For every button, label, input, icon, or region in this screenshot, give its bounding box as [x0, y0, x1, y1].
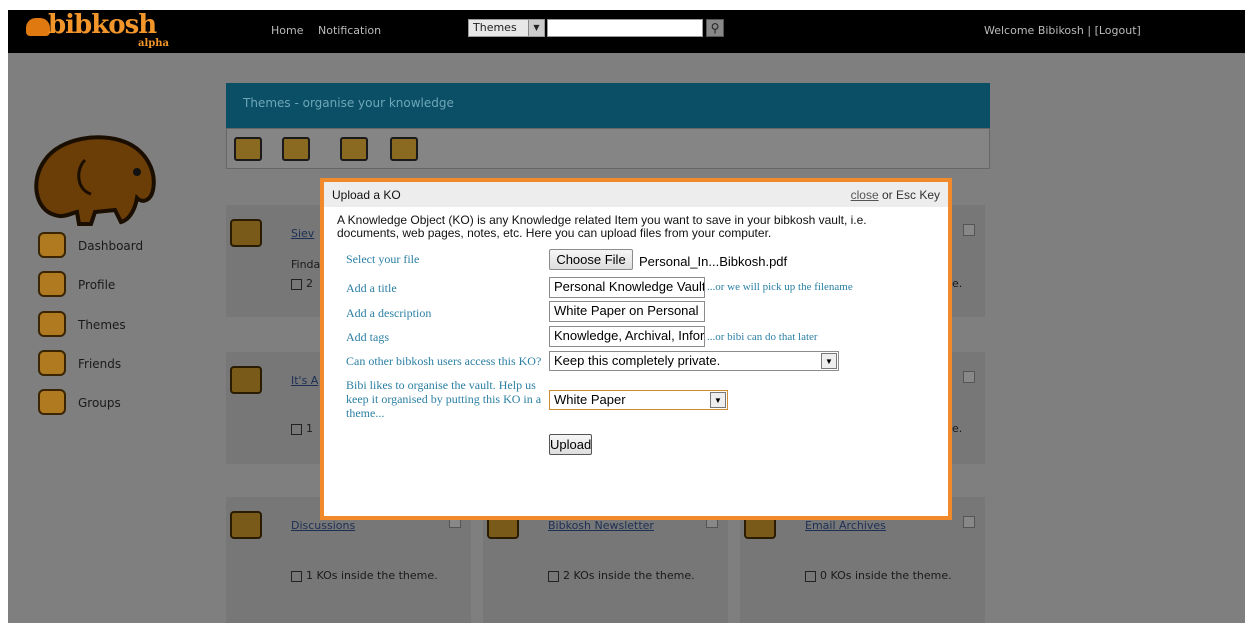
- chevron-down-icon: ▼: [821, 353, 837, 369]
- dialog-close: close or Esc Key: [851, 188, 940, 202]
- theme-card-count-tail: e.: [952, 277, 963, 290]
- logo-text: bibkosh: [48, 10, 157, 40]
- page-title: Themes - organise your knowledge: [243, 96, 454, 110]
- new-folder-icon[interactable]: [282, 137, 310, 161]
- theme-card-title[interactable]: It's A: [291, 374, 318, 387]
- chevron-down-icon: ▼: [710, 392, 726, 408]
- theme-card-title[interactable]: Siev: [291, 227, 314, 240]
- tags-label: Add tags: [346, 330, 389, 344]
- themes-header: Themes - organise your knowledge: [226, 83, 990, 128]
- title-hint: ...or we will pick up the filename: [707, 281, 853, 293]
- chevron-down-icon: ▼: [528, 20, 544, 36]
- search-icon[interactable]: ⚲: [706, 19, 724, 37]
- description-label: Add a description: [346, 306, 432, 320]
- theme-card-count: 1: [291, 422, 313, 435]
- search-scope-select[interactable]: Themes ▼: [468, 19, 545, 37]
- sidebar-item-label: Profile: [78, 278, 116, 292]
- page-icon: [548, 570, 559, 582]
- page-icon: [805, 570, 816, 582]
- sidebar-item-label: Themes: [78, 318, 126, 332]
- description-input[interactable]: White Paper on Personal: [549, 301, 705, 322]
- delete-folder-icon[interactable]: [390, 137, 418, 161]
- home-icon: [38, 232, 66, 258]
- elephant-logo-icon: [26, 18, 50, 36]
- theme-card-count: 2: [291, 277, 313, 290]
- theme-card-checkbox[interactable]: [963, 371, 975, 383]
- title-label: Add a title: [346, 281, 397, 295]
- page-icon: [291, 278, 302, 290]
- dialog-title: Upload a KO: [332, 188, 401, 202]
- themes-toolbar: [226, 128, 990, 169]
- upload-button[interactable]: Upload: [549, 434, 592, 455]
- theme-select[interactable]: White Paper ▼: [549, 390, 728, 410]
- sidebar-item-label: Groups: [78, 396, 121, 410]
- open-folder-icon[interactable]: [234, 137, 262, 161]
- tags-hint: ...or bibi can do that later: [707, 331, 818, 343]
- top-bar: bibkosh alpha Home Notification Themes ▼…: [8, 10, 1245, 53]
- themes-icon: [38, 311, 66, 337]
- logo-tag: alpha: [138, 38, 170, 49]
- theme-card-desc: Finda: [291, 258, 321, 271]
- welcome-logout[interactable]: Welcome Bibikosh | [Logout]: [984, 24, 1141, 37]
- page-icon: [291, 570, 302, 582]
- folder-icon: [230, 511, 262, 539]
- nav-home-link[interactable]: Home: [271, 24, 303, 37]
- folder-icon: [230, 219, 262, 247]
- theme-card-count: 0 KOs inside the theme.: [805, 569, 952, 582]
- theme-card-title[interactable]: Discussions: [291, 519, 355, 532]
- search-input[interactable]: [547, 19, 703, 37]
- nav-notification-link[interactable]: Notification: [318, 24, 381, 37]
- dialog-header: Upload a KO close or Esc Key: [324, 182, 948, 207]
- file-name: Personal_In...Bibkosh.pdf: [639, 254, 788, 269]
- theme-card-title[interactable]: Bibkosh Newsletter: [548, 519, 654, 532]
- page-icon: [291, 423, 302, 435]
- profile-icon: [38, 271, 66, 297]
- access-select-value: Keep this completely private.: [554, 353, 721, 368]
- access-label: Can other bibkosh users access this KO?: [346, 354, 542, 368]
- theme-card-checkbox[interactable]: [963, 224, 975, 236]
- dialog-description: A Knowledge Object (KO) is any Knowledge…: [337, 213, 867, 240]
- theme-card-checkbox[interactable]: [963, 516, 975, 528]
- theme-card-count-tail: e.: [952, 422, 963, 435]
- file-label: Select your file: [346, 252, 420, 266]
- friends-icon: [38, 350, 66, 376]
- sidebar-item-label: Dashboard: [78, 239, 144, 253]
- theme-label: Bibi likes to organise the vault. Help u…: [346, 378, 542, 420]
- theme-card-count: 2 KOs inside the theme.: [548, 569, 695, 582]
- upload-ko-dialog: Upload a KO close or Esc Key A Knowledge…: [320, 178, 952, 520]
- choose-file-button[interactable]: Choose File: [549, 249, 633, 270]
- sidebar-item-label: Friends: [78, 357, 122, 371]
- groups-icon: [38, 389, 66, 415]
- access-select[interactable]: Keep this completely private. ▼: [549, 351, 839, 371]
- close-hint: or Esc Key: [878, 188, 940, 202]
- share-folder-icon[interactable]: [340, 137, 368, 161]
- theme-card-count: 1 KOs inside the theme.: [291, 569, 438, 582]
- theme-card-title[interactable]: Email Archives: [805, 519, 886, 532]
- close-link[interactable]: close: [851, 188, 879, 202]
- folder-icon: [230, 366, 262, 394]
- tags-input[interactable]: Knowledge, Archival, Infor: [549, 326, 705, 347]
- theme-select-value: White Paper: [554, 392, 626, 407]
- title-input[interactable]: Personal Knowledge Vault: [549, 277, 705, 298]
- elephant-mascot-icon: [34, 135, 156, 226]
- search-scope-value: Themes: [473, 21, 517, 34]
